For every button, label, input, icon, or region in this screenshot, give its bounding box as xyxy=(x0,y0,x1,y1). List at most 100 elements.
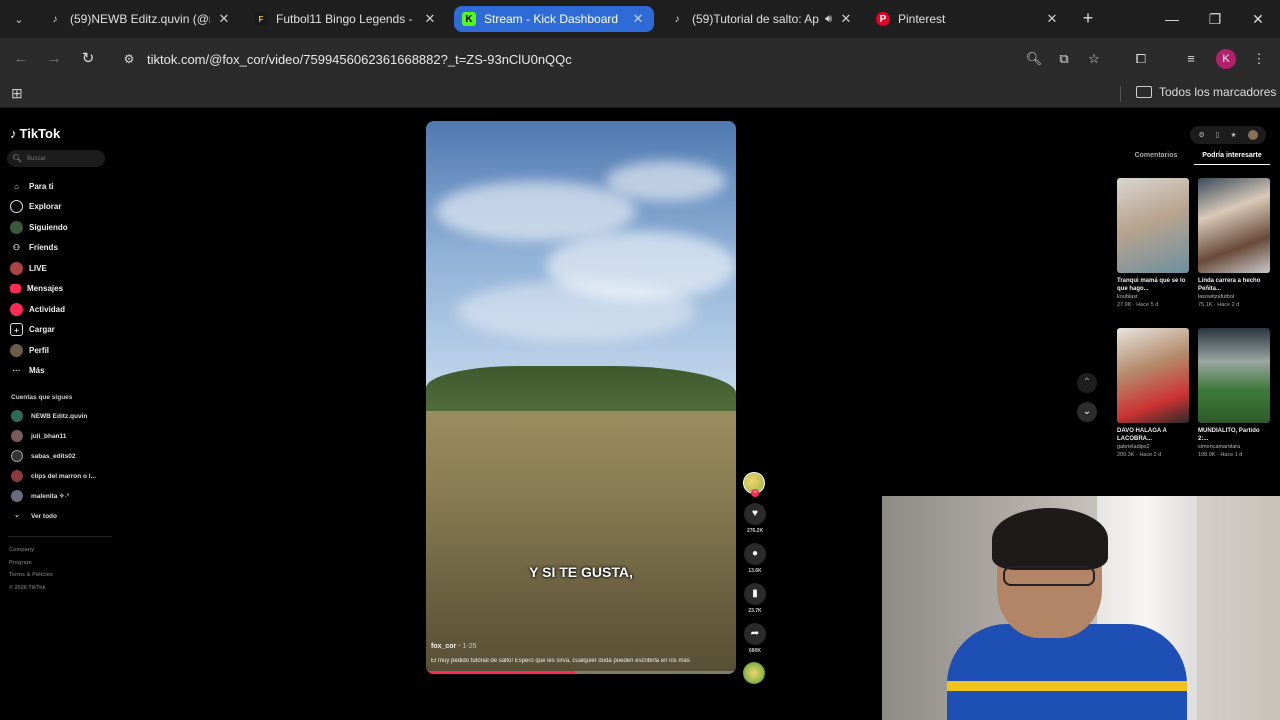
speaker-icon[interactable]: 🔊︎ xyxy=(825,13,832,26)
bookmarks-bar: ⊞ Todos los marcadores xyxy=(0,80,1280,108)
recommended-video[interactable]: Linda carrera a hecho Peñita... lasowitz… xyxy=(1198,178,1270,309)
heart-icon[interactable]: ♥ xyxy=(744,503,766,525)
music-disc-icon[interactable] xyxy=(743,662,765,684)
tab-search-chevron-icon[interactable]: ⌄ xyxy=(8,8,30,30)
video-progress-bar[interactable] xyxy=(426,671,736,674)
following-account[interactable]: clips del marron o l... xyxy=(11,466,111,486)
save-action[interactable]: ▮ 23.7K xyxy=(743,583,767,614)
all-bookmarks-folder[interactable]: Todos los marcadores xyxy=(1136,85,1276,99)
zoom-icon[interactable]: 🔍︎ xyxy=(1025,50,1043,68)
share-action[interactable]: ➦ 680K xyxy=(743,623,767,654)
save-count: 23.7K xyxy=(748,608,762,614)
url-text[interactable]: tiktok.com/@fox_cor/video/75994560623616… xyxy=(147,52,572,67)
close-tab-icon[interactable]: ✕ xyxy=(216,11,232,27)
compass-icon xyxy=(10,200,23,214)
bookmark-star-icon[interactable]: ☆ xyxy=(1085,50,1103,68)
avatar xyxy=(11,470,23,482)
close-tab-icon[interactable]: ✕ xyxy=(630,11,646,27)
more-link[interactable]: más xyxy=(678,658,689,664)
media-controls-icon[interactable]: ≡ xyxy=(1182,50,1200,68)
share-icon[interactable]: ➦ xyxy=(744,623,766,645)
tab-kick-dashboard[interactable]: K Stream - Kick Dashboard ✕ xyxy=(454,6,654,32)
video-cloud xyxy=(606,161,726,201)
sidebar-item-siguiendo[interactable]: Siguiendo xyxy=(10,217,110,238)
video-author[interactable]: fox_cor · 1-25 xyxy=(431,643,477,650)
friends-icon: ⚇ xyxy=(12,243,21,253)
tiktok-logo[interactable]: ♪ TikTok xyxy=(10,126,60,141)
sidebar-item-mas[interactable]: ··· Más xyxy=(10,361,110,382)
see-all-link[interactable]: ⌄ Ver todo xyxy=(11,506,111,526)
tab-futbol11[interactable]: F Futbol11 Bingo Legends - Play ✕ xyxy=(246,6,446,32)
tab-podria-interesarte[interactable]: Podría interesarte xyxy=(1194,152,1270,165)
apps-grid-icon[interactable]: ⊞ xyxy=(11,86,26,101)
avatar xyxy=(11,490,23,502)
footer-program[interactable]: Program xyxy=(9,557,53,570)
site-info-icon[interactable]: ⚙ xyxy=(120,50,138,68)
tab-comentarios[interactable]: Comentarios xyxy=(1118,152,1194,165)
following-account[interactable]: juli_bhan11 xyxy=(11,426,111,446)
minimize-icon[interactable]: — xyxy=(1163,10,1181,28)
back-icon[interactable]: ← xyxy=(12,50,30,68)
footer-company[interactable]: Company xyxy=(9,544,53,557)
like-count: 276.2K xyxy=(746,528,764,534)
live-icon xyxy=(10,261,23,275)
author-avatar[interactable]: + xyxy=(743,472,765,497)
sidebar-item-para-ti[interactable]: ⌂ Para ti xyxy=(10,176,110,197)
following-account[interactable]: malenita ✧˖° xyxy=(11,486,111,506)
recommended-video[interactable]: MUNDIALITO, Partido 2:... simoncamarolar… xyxy=(1198,328,1270,459)
tab-tutorial-salto[interactable]: ♪ (59)Tutorial de salto: Aprende 🔊︎ ✕ xyxy=(662,6,862,32)
extensions-icon[interactable]: ⧠ xyxy=(1132,50,1150,68)
following-account[interactable]: NEWB Editz.quvin xyxy=(11,406,111,426)
folder-icon xyxy=(1136,86,1152,98)
video-cloud xyxy=(436,181,636,241)
sidebar-item-live[interactable]: LIVE xyxy=(10,258,110,279)
reload-icon[interactable]: ↻ xyxy=(79,50,97,68)
sidebar-item-actividad[interactable]: Actividad xyxy=(10,299,110,320)
search-icon: 🔍︎ xyxy=(12,154,23,163)
like-action[interactable]: ♥ 276.2K xyxy=(743,503,767,534)
close-window-icon[interactable]: ✕ xyxy=(1249,10,1267,28)
follow-plus-icon[interactable]: + xyxy=(751,489,759,497)
chevron-down-icon[interactable]: ⌄ xyxy=(1077,402,1097,422)
address-bar[interactable]: ⚙ tiktok.com/@fox_cor/video/759945606236… xyxy=(112,43,1112,75)
sidebar-item-perfil[interactable]: Perfil xyxy=(10,340,110,361)
panel-toolbar: ⚙ ▯ ★ xyxy=(1190,126,1266,144)
close-tab-icon[interactable]: ✕ xyxy=(422,11,438,27)
close-tab-icon[interactable]: ✕ xyxy=(1044,11,1060,27)
bookmark-icon[interactable]: ▮ xyxy=(744,583,766,605)
close-tab-icon[interactable]: ✕ xyxy=(838,11,854,27)
chevron-up-icon[interactable]: ⌃ xyxy=(1077,373,1097,393)
footer-terms[interactable]: Terms & Policies xyxy=(9,569,53,582)
webcam-overlay xyxy=(882,496,1280,720)
maximize-icon[interactable]: ❐ xyxy=(1206,10,1224,28)
home-icon: ⌂ xyxy=(14,181,19,191)
comment-icon[interactable]: ● xyxy=(744,543,766,565)
profile-avatar[interactable]: K xyxy=(1216,49,1236,69)
sidebar-item-mensajes[interactable]: Mensajes xyxy=(10,279,110,300)
sidebar-item-cargar[interactable]: + Cargar xyxy=(10,320,110,341)
video-player[interactable]: Y SI TE GUSTA, fox_cor · 1-25 El muy ped… xyxy=(426,121,736,674)
webcam-person-glasses xyxy=(1003,566,1095,586)
tab-pinterest[interactable]: P Pinterest ✕ xyxy=(868,6,1068,32)
following-list: NEWB Editz.quvin juli_bhan11 sabas_edits… xyxy=(11,406,111,526)
chevron-down-icon: ⌄ xyxy=(14,512,20,519)
comment-action[interactable]: ● 13.6K xyxy=(743,543,767,574)
recommended-video[interactable]: DAVO HALAGA A LACOBRA... gabrieladips2 2… xyxy=(1117,328,1189,459)
recommended-video[interactable]: Tranqui mamá que se lo que hago... koubl… xyxy=(1117,178,1189,309)
sidebar-item-explorar[interactable]: Explorar xyxy=(10,197,110,218)
user-avatar-icon[interactable] xyxy=(1247,130,1258,140)
settings-icon[interactable]: ⚙ xyxy=(1198,131,1204,139)
search-input[interactable]: 🔍︎ Buscar xyxy=(7,150,105,167)
tiktok-icon: ♪ xyxy=(674,13,680,25)
tab-newb-editz[interactable]: ♪ (59)NEWB Editz.quvin (@newbeditz ✕ xyxy=(40,6,240,32)
sidebar-item-friends[interactable]: ⚇ Friends xyxy=(10,238,110,259)
device-icon[interactable]: ▯ xyxy=(1216,131,1220,139)
install-app-icon[interactable]: ⧉ xyxy=(1055,50,1073,68)
forward-icon[interactable]: → xyxy=(45,50,63,68)
following-account[interactable]: sabas_edits02 xyxy=(11,446,111,466)
menu-icon[interactable]: ⋮ xyxy=(1250,50,1268,68)
star-icon[interactable]: ★ xyxy=(1230,131,1236,139)
pinterest-icon: P xyxy=(876,12,890,26)
divider xyxy=(8,536,112,537)
new-tab-icon[interactable]: + xyxy=(1079,9,1097,27)
